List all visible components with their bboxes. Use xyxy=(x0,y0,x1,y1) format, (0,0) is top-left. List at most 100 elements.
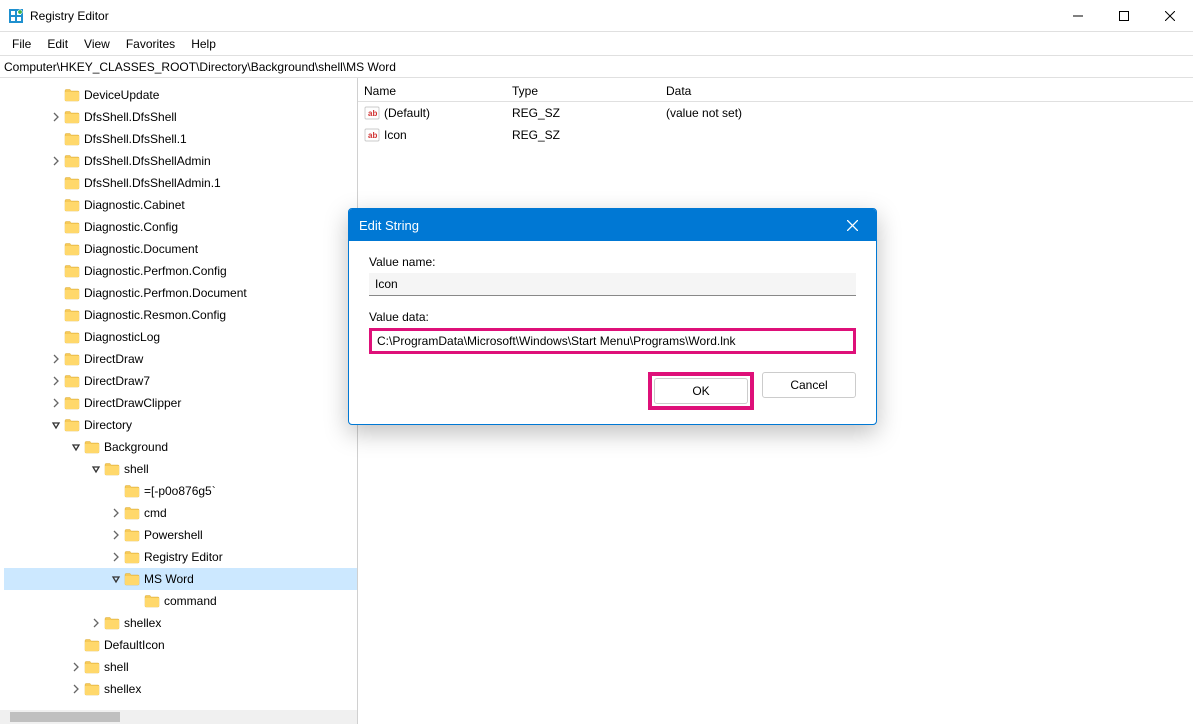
tree-expander-icon[interactable] xyxy=(88,461,104,477)
tree-item[interactable]: =[-p0o876g5` xyxy=(4,480,357,502)
tree-expander-icon[interactable] xyxy=(108,549,124,565)
folder-icon xyxy=(64,198,80,212)
tree-expander-icon[interactable] xyxy=(108,571,124,587)
header-name[interactable]: Name xyxy=(358,84,506,101)
tree-expander-icon[interactable] xyxy=(48,351,64,367)
tree-label: MS Word xyxy=(144,572,194,586)
svg-text:ab: ab xyxy=(368,131,377,140)
menu-file[interactable]: File xyxy=(4,34,39,54)
folder-icon xyxy=(64,110,80,124)
tree-item[interactable]: Diagnostic.Perfmon.Config xyxy=(4,260,357,282)
tree-item[interactable]: Background xyxy=(4,436,357,458)
folder-icon xyxy=(84,638,100,652)
folder-icon xyxy=(64,88,80,102)
tree-expander-icon[interactable] xyxy=(68,659,84,675)
folder-icon xyxy=(64,396,80,410)
value-data-label: Value data: xyxy=(369,310,856,324)
menu-help[interactable]: Help xyxy=(183,34,224,54)
list-row[interactable]: abIconREG_SZ xyxy=(358,124,1193,146)
folder-icon xyxy=(84,440,100,454)
tree-label: shell xyxy=(124,462,149,476)
tree-item[interactable]: command xyxy=(4,590,357,612)
tree-expander-icon[interactable] xyxy=(88,615,104,631)
tree-item[interactable]: cmd xyxy=(4,502,357,524)
tree-item[interactable]: DeviceUpdate xyxy=(4,84,357,106)
header-data[interactable]: Data xyxy=(660,84,1193,101)
address-text: Computer\HKEY_CLASSES_ROOT\Directory\Bac… xyxy=(4,60,396,74)
tree-expander-icon[interactable] xyxy=(48,395,64,411)
tree-label: DfsShell.DfsShellAdmin xyxy=(84,154,211,168)
tree-item[interactable]: shell xyxy=(4,458,357,480)
address-bar[interactable]: Computer\HKEY_CLASSES_ROOT\Directory\Bac… xyxy=(0,56,1193,78)
value-data-input[interactable] xyxy=(369,328,856,354)
tree-expander-icon[interactable] xyxy=(48,153,64,169)
tree-label: DirectDraw xyxy=(84,352,143,366)
tree-item[interactable]: Diagnostic.Perfmon.Document xyxy=(4,282,357,304)
folder-icon xyxy=(124,550,140,564)
tree-item[interactable]: Diagnostic.Resmon.Config xyxy=(4,304,357,326)
list-header: Name Type Data xyxy=(358,78,1193,102)
menu-favorites[interactable]: Favorites xyxy=(118,34,183,54)
svg-text:ab: ab xyxy=(368,109,377,118)
tree-item[interactable]: MS Word xyxy=(4,568,357,590)
tree-expander-icon[interactable] xyxy=(48,373,64,389)
scrollbar-thumb[interactable] xyxy=(10,712,120,722)
value-name-label: Value name: xyxy=(369,255,856,269)
tree-item[interactable]: DefaultIcon xyxy=(4,634,357,656)
tree-expander-icon[interactable] xyxy=(48,109,64,125)
tree-item[interactable]: DfsShell.DfsShellAdmin.1 xyxy=(4,172,357,194)
tree-item[interactable]: Diagnostic.Cabinet xyxy=(4,194,357,216)
tree-item[interactable]: DfsShell.DfsShell.1 xyxy=(4,128,357,150)
tree-item[interactable]: Diagnostic.Config xyxy=(4,216,357,238)
tree-item[interactable]: Registry Editor xyxy=(4,546,357,568)
dialog-titlebar[interactable]: Edit String xyxy=(349,209,876,241)
tree-item[interactable]: DirectDraw xyxy=(4,348,357,370)
tree-item[interactable]: Powershell xyxy=(4,524,357,546)
menu-edit[interactable]: Edit xyxy=(39,34,76,54)
maximize-button[interactable] xyxy=(1101,0,1147,31)
folder-icon xyxy=(124,572,140,586)
close-button[interactable] xyxy=(1147,0,1193,31)
tree-expander-icon[interactable] xyxy=(108,505,124,521)
tree-label: Diagnostic.Resmon.Config xyxy=(84,308,226,322)
tree-label: Diagnostic.Config xyxy=(84,220,178,234)
tree-item[interactable]: DfsShell.DfsShellAdmin xyxy=(4,150,357,172)
folder-icon xyxy=(124,484,140,498)
tree-item[interactable]: DirectDraw7 xyxy=(4,370,357,392)
list-row[interactable]: ab(Default)REG_SZ(value not set) xyxy=(358,102,1193,124)
tree-label: DirectDraw7 xyxy=(84,374,150,388)
tree-expander-icon[interactable] xyxy=(48,417,64,433)
tree-item[interactable]: shell xyxy=(4,656,357,678)
tree-expander-icon[interactable] xyxy=(68,681,84,697)
tree-item[interactable]: DfsShell.DfsShell xyxy=(4,106,357,128)
folder-icon xyxy=(64,374,80,388)
tree-label: DirectDrawClipper xyxy=(84,396,181,410)
folder-icon xyxy=(84,682,100,696)
folder-icon xyxy=(84,660,100,674)
dialog-close-button[interactable] xyxy=(838,209,866,241)
tree-label: Diagnostic.Document xyxy=(84,242,198,256)
tree-item[interactable]: DiagnosticLog xyxy=(4,326,357,348)
tree-expander-icon[interactable] xyxy=(68,439,84,455)
tree-label: DfsShell.DfsShell.1 xyxy=(84,132,187,146)
tree-item[interactable]: shellex xyxy=(4,612,357,634)
app-icon xyxy=(8,8,24,24)
tree-label: DfsShell.DfsShellAdmin.1 xyxy=(84,176,221,190)
tree-item[interactable]: Directory xyxy=(4,414,357,436)
minimize-button[interactable] xyxy=(1055,0,1101,31)
tree-label: DefaultIcon xyxy=(104,638,165,652)
tree-item[interactable]: DirectDrawClipper xyxy=(4,392,357,414)
tree-label: DfsShell.DfsShell xyxy=(84,110,177,124)
value-name-input[interactable] xyxy=(369,273,856,296)
ok-button[interactable]: OK xyxy=(654,378,748,404)
menu-view[interactable]: View xyxy=(76,34,118,54)
cancel-button[interactable]: Cancel xyxy=(762,372,856,398)
header-type[interactable]: Type xyxy=(506,84,660,101)
tree-label: command xyxy=(164,594,217,608)
horizontal-scrollbar[interactable] xyxy=(0,710,357,724)
tree-item[interactable]: shellex xyxy=(4,678,357,700)
folder-icon xyxy=(64,154,80,168)
tree-expander-icon[interactable] xyxy=(108,527,124,543)
tree-item[interactable]: Diagnostic.Document xyxy=(4,238,357,260)
string-value-icon: ab xyxy=(364,105,380,121)
